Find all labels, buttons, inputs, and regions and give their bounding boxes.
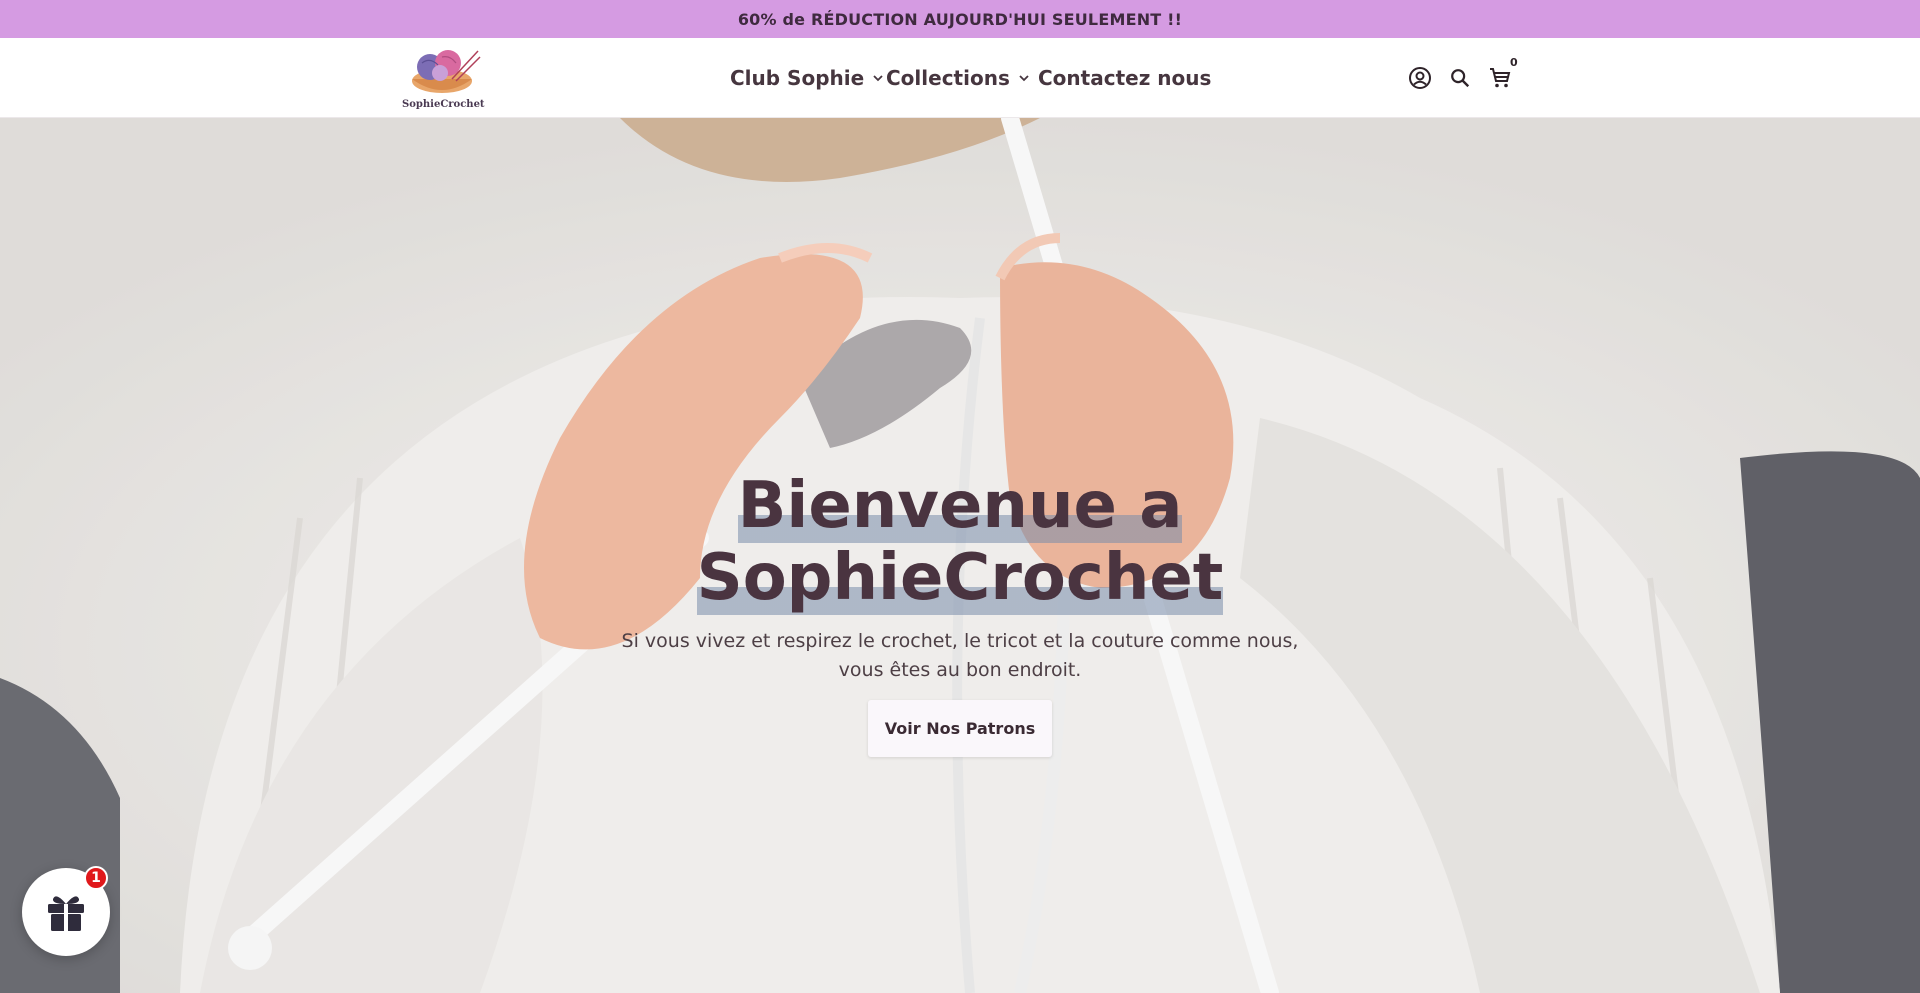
hero-title-line1: Bienvenue a bbox=[737, 469, 1183, 543]
hero-title: Bienvenue a SophieCrochet bbox=[0, 469, 1920, 615]
nav-club-sophie[interactable]: Club Sophie bbox=[730, 38, 884, 118]
search-button[interactable] bbox=[1446, 64, 1474, 92]
announcement-bar: 60% de RÉDUCTION AUJOURD'HUI SEULEMENT !… bbox=[0, 0, 1920, 38]
account-icon bbox=[1409, 67, 1431, 89]
nav-contactez-nous[interactable]: Contactez nous bbox=[1038, 38, 1211, 118]
search-icon bbox=[1451, 69, 1470, 88]
yarn-basket-logo-icon bbox=[412, 50, 481, 93]
announcement-text: 60% de RÉDUCTION AUJOURD'HUI SEULEMENT !… bbox=[737, 9, 1183, 29]
hero-section: Bienvenue a SophieCrochet Si vous vivez … bbox=[0, 118, 1920, 993]
chevron-down-icon bbox=[873, 75, 883, 82]
site-header: SophieCrochet Club Sophie Collections Co… bbox=[0, 38, 1920, 118]
chevron-down-icon bbox=[1019, 75, 1029, 82]
hero-title-line2: SophieCrochet bbox=[696, 541, 1224, 615]
nav-label-contactez-nous: Contactez nous bbox=[1038, 66, 1212, 90]
site-logo[interactable]: SophieCrochet bbox=[402, 43, 485, 115]
gift-badge: 1 bbox=[84, 866, 108, 890]
nav-label-collections: Collections bbox=[886, 66, 1010, 90]
voir-nos-patrons-button[interactable]: Voir Nos Patrons bbox=[868, 700, 1052, 757]
nav-collections[interactable]: Collections bbox=[886, 38, 1030, 118]
account-button[interactable] bbox=[1406, 64, 1434, 92]
cart-count-badge: 0 bbox=[1510, 56, 1518, 69]
logo-text: SophieCrochet bbox=[402, 99, 485, 110]
hero-subtitle: Si vous vivez et respirez le crochet, le… bbox=[621, 630, 1299, 681]
cart-icon bbox=[1490, 68, 1511, 88]
gift-icon bbox=[48, 896, 84, 931]
nav-label-club-sophie: Club Sophie bbox=[730, 66, 865, 90]
